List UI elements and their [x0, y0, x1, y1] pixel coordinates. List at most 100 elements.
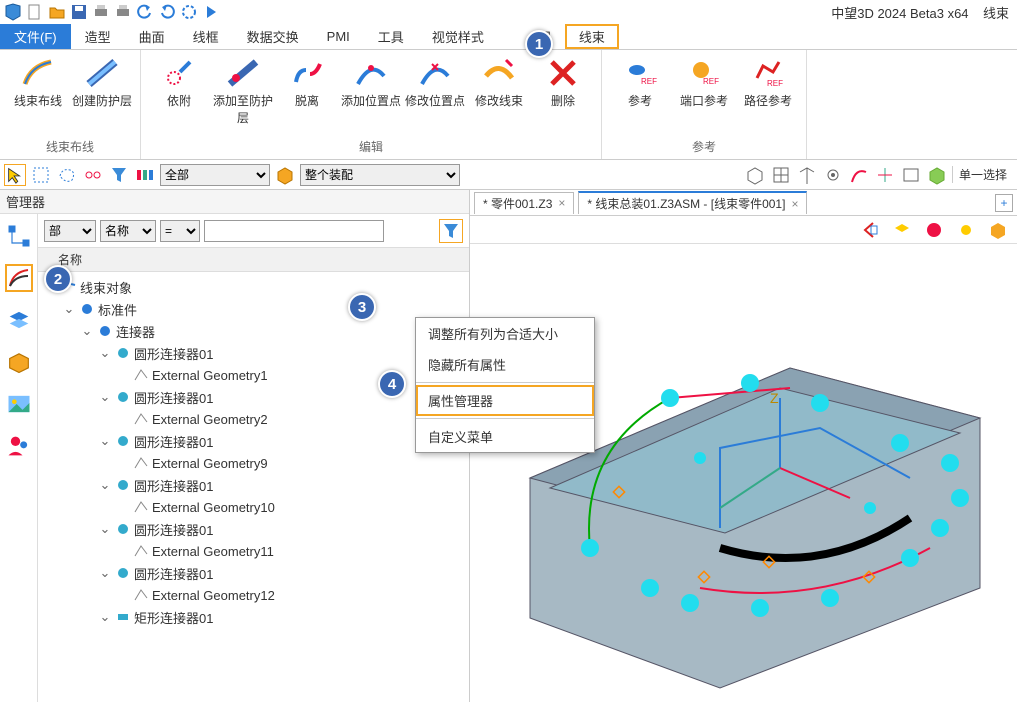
palette-icon[interactable] — [134, 164, 156, 186]
tree-geometry[interactable]: External Geometry12 — [40, 584, 467, 606]
chain-icon[interactable] — [82, 164, 104, 186]
lasso-icon[interactable] — [56, 164, 78, 186]
tree-geometry[interactable]: External Geometry11 — [40, 540, 467, 562]
menu-pmi[interactable]: PMI — [313, 24, 364, 49]
menu-exchange[interactable]: 数据交换 — [233, 24, 313, 49]
ctx-resize-cols[interactable]: 调整所有列为合适大小 — [416, 318, 594, 349]
rect-select-icon[interactable] — [30, 164, 52, 186]
chevron-down-icon[interactable]: ⌄ — [98, 521, 112, 537]
tab-harness-icon[interactable] — [5, 264, 33, 292]
chevron-down-icon[interactable]: ⌄ — [98, 477, 112, 493]
menu-wireframe[interactable]: 线框 — [179, 24, 233, 49]
btn-attach[interactable]: 依附 — [147, 56, 211, 109]
menu-visual[interactable]: 视觉样式 — [418, 24, 498, 49]
box3-icon[interactable] — [987, 219, 1009, 241]
chevron-down-icon[interactable]: ⌄ — [98, 389, 112, 405]
new-tab-icon[interactable]: + — [995, 194, 1013, 212]
menu-tools[interactable]: 工具 — [364, 24, 418, 49]
undo-icon[interactable] — [136, 3, 154, 21]
tree-root[interactable]: ⌄线束对象 — [40, 276, 467, 298]
play-icon[interactable] — [202, 3, 220, 21]
tree-connector[interactable]: ⌄圆形连接器01 — [40, 342, 467, 364]
origin-icon[interactable] — [874, 164, 896, 186]
doc-tab-assy[interactable]: * 线束总装01.Z3ASM - [线束零件001]× — [578, 191, 807, 214]
tab-box-icon[interactable] — [5, 348, 33, 376]
chevron-down-icon[interactable]: ⌄ — [80, 323, 94, 339]
viewport-3d[interactable]: Z — [470, 244, 1017, 702]
open-icon[interactable] — [48, 3, 66, 21]
btn-add-point[interactable]: 添加位置点 — [339, 56, 403, 109]
chevron-down-icon[interactable]: ⌄ — [98, 345, 112, 361]
app-icon[interactable] — [4, 3, 22, 21]
btn-mod-point[interactable]: 修改位置点 — [403, 56, 467, 109]
chevron-down-icon[interactable]: ⌄ — [98, 565, 112, 581]
menu-surface[interactable]: 曲面 — [125, 24, 179, 49]
chevron-down-icon[interactable]: ⌄ — [62, 301, 76, 317]
back-icon[interactable] — [859, 219, 881, 241]
scope-select[interactable]: 全部 — [160, 164, 270, 186]
grid-icon[interactable] — [770, 164, 792, 186]
light-icon[interactable] — [955, 219, 977, 241]
filter-apply-icon[interactable] — [439, 219, 463, 243]
tree-connector[interactable]: ⌄圆形连接器01 — [40, 430, 467, 452]
tree-std[interactable]: ⌄标准件 — [40, 298, 467, 320]
tree-rect-connector[interactable]: ⌄矩形连接器01 — [40, 606, 467, 628]
btn-add-shield[interactable]: 添加至防护层 — [211, 56, 275, 126]
cube-icon[interactable] — [274, 164, 296, 186]
close-icon[interactable]: × — [558, 196, 565, 210]
tree-geometry[interactable]: External Geometry10 — [40, 496, 467, 518]
select-mode-label[interactable]: 单一选择 — [952, 166, 1013, 183]
tree-connector[interactable]: ⌄圆形连接器01 — [40, 474, 467, 496]
redo-icon[interactable] — [158, 3, 176, 21]
view-icon[interactable] — [744, 164, 766, 186]
doc-tab-part[interactable]: * 零件001.Z3× — [474, 192, 574, 214]
tab-image-icon[interactable] — [5, 390, 33, 418]
ribbon-group-ref: REF参考 REF端口参考 REF路径参考 参考 — [602, 50, 807, 159]
chevron-down-icon[interactable]: ⌄ — [98, 433, 112, 449]
menu-modeling[interactable]: 造型 — [71, 24, 125, 49]
tree-geometry[interactable]: External Geometry2 — [40, 408, 467, 430]
filter-e-icon[interactable] — [108, 164, 130, 186]
btn-port-ref[interactable]: REF端口参考 — [672, 56, 736, 109]
menu-harness[interactable]: 线束 — [565, 24, 619, 49]
layers-icon[interactable] — [891, 219, 913, 241]
btn-ref[interactable]: REF参考 — [608, 56, 672, 109]
menu-file[interactable]: 文件(F) — [0, 24, 71, 49]
ctx-property-manager[interactable]: 属性管理器 — [416, 385, 594, 416]
print2-icon[interactable] — [114, 3, 132, 21]
chevron-down-icon[interactable]: ⌄ — [98, 609, 112, 625]
filter-op[interactable]: = — [160, 220, 200, 242]
window-icon[interactable] — [900, 164, 922, 186]
btn-mod-harness[interactable]: 修改线束 — [467, 56, 531, 109]
gear-icon[interactable] — [822, 164, 844, 186]
new-icon[interactable] — [26, 3, 44, 21]
tree-conn-folder[interactable]: ⌄连接器 — [40, 320, 467, 342]
material-icon[interactable] — [923, 219, 945, 241]
regen-icon[interactable] — [180, 3, 198, 21]
filter-field[interactable]: 名称 — [100, 220, 156, 242]
manager-column-header[interactable]: 名称 — [38, 248, 469, 272]
btn-harness-route[interactable]: 线束布线 — [6, 56, 70, 109]
filter-scope[interactable]: 部 — [44, 220, 96, 242]
cube2-icon[interactable] — [926, 164, 948, 186]
filter-value[interactable] — [204, 220, 384, 242]
btn-path-ref[interactable]: REF路径参考 — [736, 56, 800, 109]
btn-detach[interactable]: 脱离 — [275, 56, 339, 109]
print-icon[interactable] — [92, 3, 110, 21]
tab-users-icon[interactable] — [5, 432, 33, 460]
cursor-icon[interactable] — [4, 164, 26, 186]
ctx-custom-menu[interactable]: 自定义菜单 — [416, 421, 594, 452]
tab-layers-icon[interactable] — [5, 306, 33, 334]
tree-connector[interactable]: ⌄圆形连接器01 — [40, 518, 467, 540]
assy-select[interactable]: 整个装配 — [300, 164, 460, 186]
btn-delete[interactable]: 删除 — [531, 56, 595, 109]
save-icon[interactable] — [70, 3, 88, 21]
ctx-hide-props[interactable]: 隐藏所有属性 — [416, 349, 594, 380]
iso-icon[interactable] — [796, 164, 818, 186]
curve-icon[interactable] — [848, 164, 870, 186]
tree-connector[interactable]: ⌄圆形连接器01 — [40, 562, 467, 584]
close-icon[interactable]: × — [791, 197, 798, 211]
tab-tree-icon[interactable] — [5, 222, 33, 250]
tree-geometry[interactable]: External Geometry9 — [40, 452, 467, 474]
btn-create-shield[interactable]: 创建防护层 — [70, 56, 134, 109]
